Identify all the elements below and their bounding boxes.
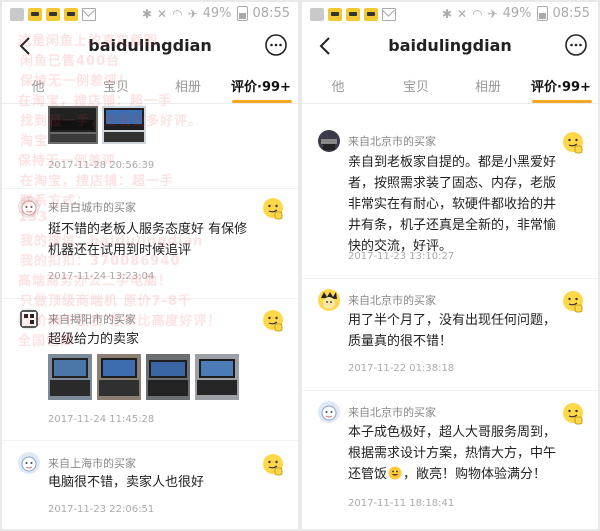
top-bar: baidulingdian [302,28,598,66]
watermark-line: 淘宝 [20,134,49,149]
review-text: 本子成色极好，超人大哥服务周到，根据需求设计方案，热情大方，中午还管饭 ，敞亮！购… [348,422,562,485]
thumbs-up-emoji-icon [263,198,283,220]
right-screenshot-panel: ✱ ✕ ◠ ✈ 49% 08:55 baidulingdian 他 宝贝 相册 … [302,2,598,529]
review-photo[interactable] [48,106,98,144]
app-notification-icon [28,8,42,21]
review-text: 电脑很不错，卖家人也很好 [48,475,205,490]
divider [302,278,598,279]
review-time: 2017-11-28 20:56:39 [48,160,155,171]
buyer-location: 来自上海市的买家 [48,457,136,470]
shop-title: baidulingdian [388,36,512,55]
left-screenshot-panel: ✱ ✕ ◠ ✈ 49% 08:55 baidulingdian 他 宝贝 相册 … [2,2,298,529]
review-time: 2017-11-23 13:10:27 [348,251,455,262]
review-text: 亲自到老板家自提的。都是小黑爱好者，按照需求装了固态、内存，老版非常实在有耐心，… [348,155,557,254]
app-notification-icon [328,8,342,21]
thumbs-up-emoji-icon [563,132,583,154]
image-notification-icon [10,8,24,21]
more-icon[interactable] [264,33,288,57]
buyer-avatar[interactable] [18,196,40,218]
tab-him[interactable]: 他 [26,76,50,95]
clock: 08:55 [552,6,590,21]
active-tab-indicator [232,100,292,103]
review-text: 用了半个月了，没有出现任何问题，质量真的很不错！ [348,313,557,349]
watermark-line: 只做顶级商端机 原价7-8千 [20,294,193,309]
shop-title: baidulingdian [88,36,212,55]
review-time: 2017-11-24 11:45:28 [48,414,155,425]
review-time: 2017-11-24 13:23:04 [48,271,155,282]
review-photo[interactable] [97,354,141,400]
battery-percent: 49% [502,6,532,21]
review-photo[interactable] [195,354,239,400]
top-bar: baidulingdian [2,28,298,66]
review-time: 2017-11-22 01:38:18 [348,363,455,374]
review-time: 2017-11-11 18:18:41 [348,498,455,509]
app-notification-icon [46,8,60,21]
airplane-icon: ✈ [187,6,198,21]
divider [302,390,598,391]
notification-icons [310,8,396,21]
tab-album[interactable]: 相册 [468,76,508,95]
thumbs-up-emoji-icon [263,454,283,476]
buyer-avatar[interactable] [18,308,40,330]
buyer-avatar[interactable] [18,452,40,474]
notification-icons [10,8,96,21]
tab-reviews[interactable]: 评价·99+ [228,76,294,95]
watermark-line: 在淘宝，搜店铺：超一手 [20,174,175,189]
buyer-location: 来自白城市的买家 [48,201,136,214]
divider [2,440,298,441]
active-tab-indicator [532,100,592,103]
tab-album[interactable]: 相册 [168,76,208,95]
buyer-location: 来自北京市的买家 [348,294,436,307]
buyer-location: 来自北京市的买家 [348,406,436,419]
tab-him[interactable]: 他 [326,76,350,95]
review-text-tail: ，敞亮！购物体验满分！ [403,467,547,482]
wifi-icon: ◠ [172,6,183,21]
buyer-avatar[interactable] [318,401,340,423]
buyer-location: 来自揭阳市的买家 [48,313,136,326]
app-notification-icon [64,8,78,21]
mail-icon [82,8,96,21]
tab-bar: 他 宝贝 相册 评价·99+ [302,68,598,104]
tab-reviews[interactable]: 评价·99+ [528,76,594,95]
buyer-location: 来自北京市的买家 [348,135,436,148]
app-notification-icon [364,8,378,21]
status-bar: ✱ ✕ ◠ ✈ 49% 08:55 [2,2,298,28]
bluetooth-icon: ✱ [141,6,153,21]
tab-bar: 他 宝贝 相册 评价·99+ [2,68,298,104]
battery-icon [236,6,248,21]
thumbs-up-emoji-icon [263,310,283,332]
status-bar: ✱ ✕ ◠ ✈ 49% 08:55 [302,2,598,28]
buyer-avatar[interactable] [318,289,340,311]
buyer-avatar[interactable] [318,130,340,152]
review-photo[interactable] [48,354,92,400]
thumbs-up-emoji-icon [563,291,583,313]
review-text: 挺不错的老板人服务态度好 有保修 机器还在试用到时候追评 [48,222,248,258]
tab-items[interactable]: 宝贝 [96,76,136,95]
review-photo[interactable] [102,106,146,144]
thumbs-up-emoji-icon [563,403,583,425]
mail-icon [382,8,396,21]
bluetooth-icon: ✱ [441,6,453,21]
more-icon[interactable] [564,33,588,57]
wifi-icon: ◠ [472,6,483,21]
airplane-icon: ✈ [487,6,498,21]
clock: 08:55 [252,6,290,21]
system-status: ✱ ✕ ◠ ✈ 49% 08:55 [142,6,290,21]
battery-icon [536,6,548,21]
tab-items[interactable]: 宝贝 [396,76,436,95]
system-status: ✱ ✕ ◠ ✈ 49% 08:55 [442,6,590,21]
divider [2,298,298,299]
mute-icon: ✕ [157,6,168,21]
mute-icon: ✕ [457,6,468,21]
review-time: 2017-11-23 22:06:51 [48,504,155,515]
grin-emoji-icon [388,466,402,480]
review-text: 超级给力的卖家 [48,332,140,347]
review-photo[interactable] [146,354,190,400]
image-notification-icon [310,8,324,21]
app-notification-icon [346,8,360,21]
battery-percent: 49% [202,6,232,21]
divider [2,188,298,189]
